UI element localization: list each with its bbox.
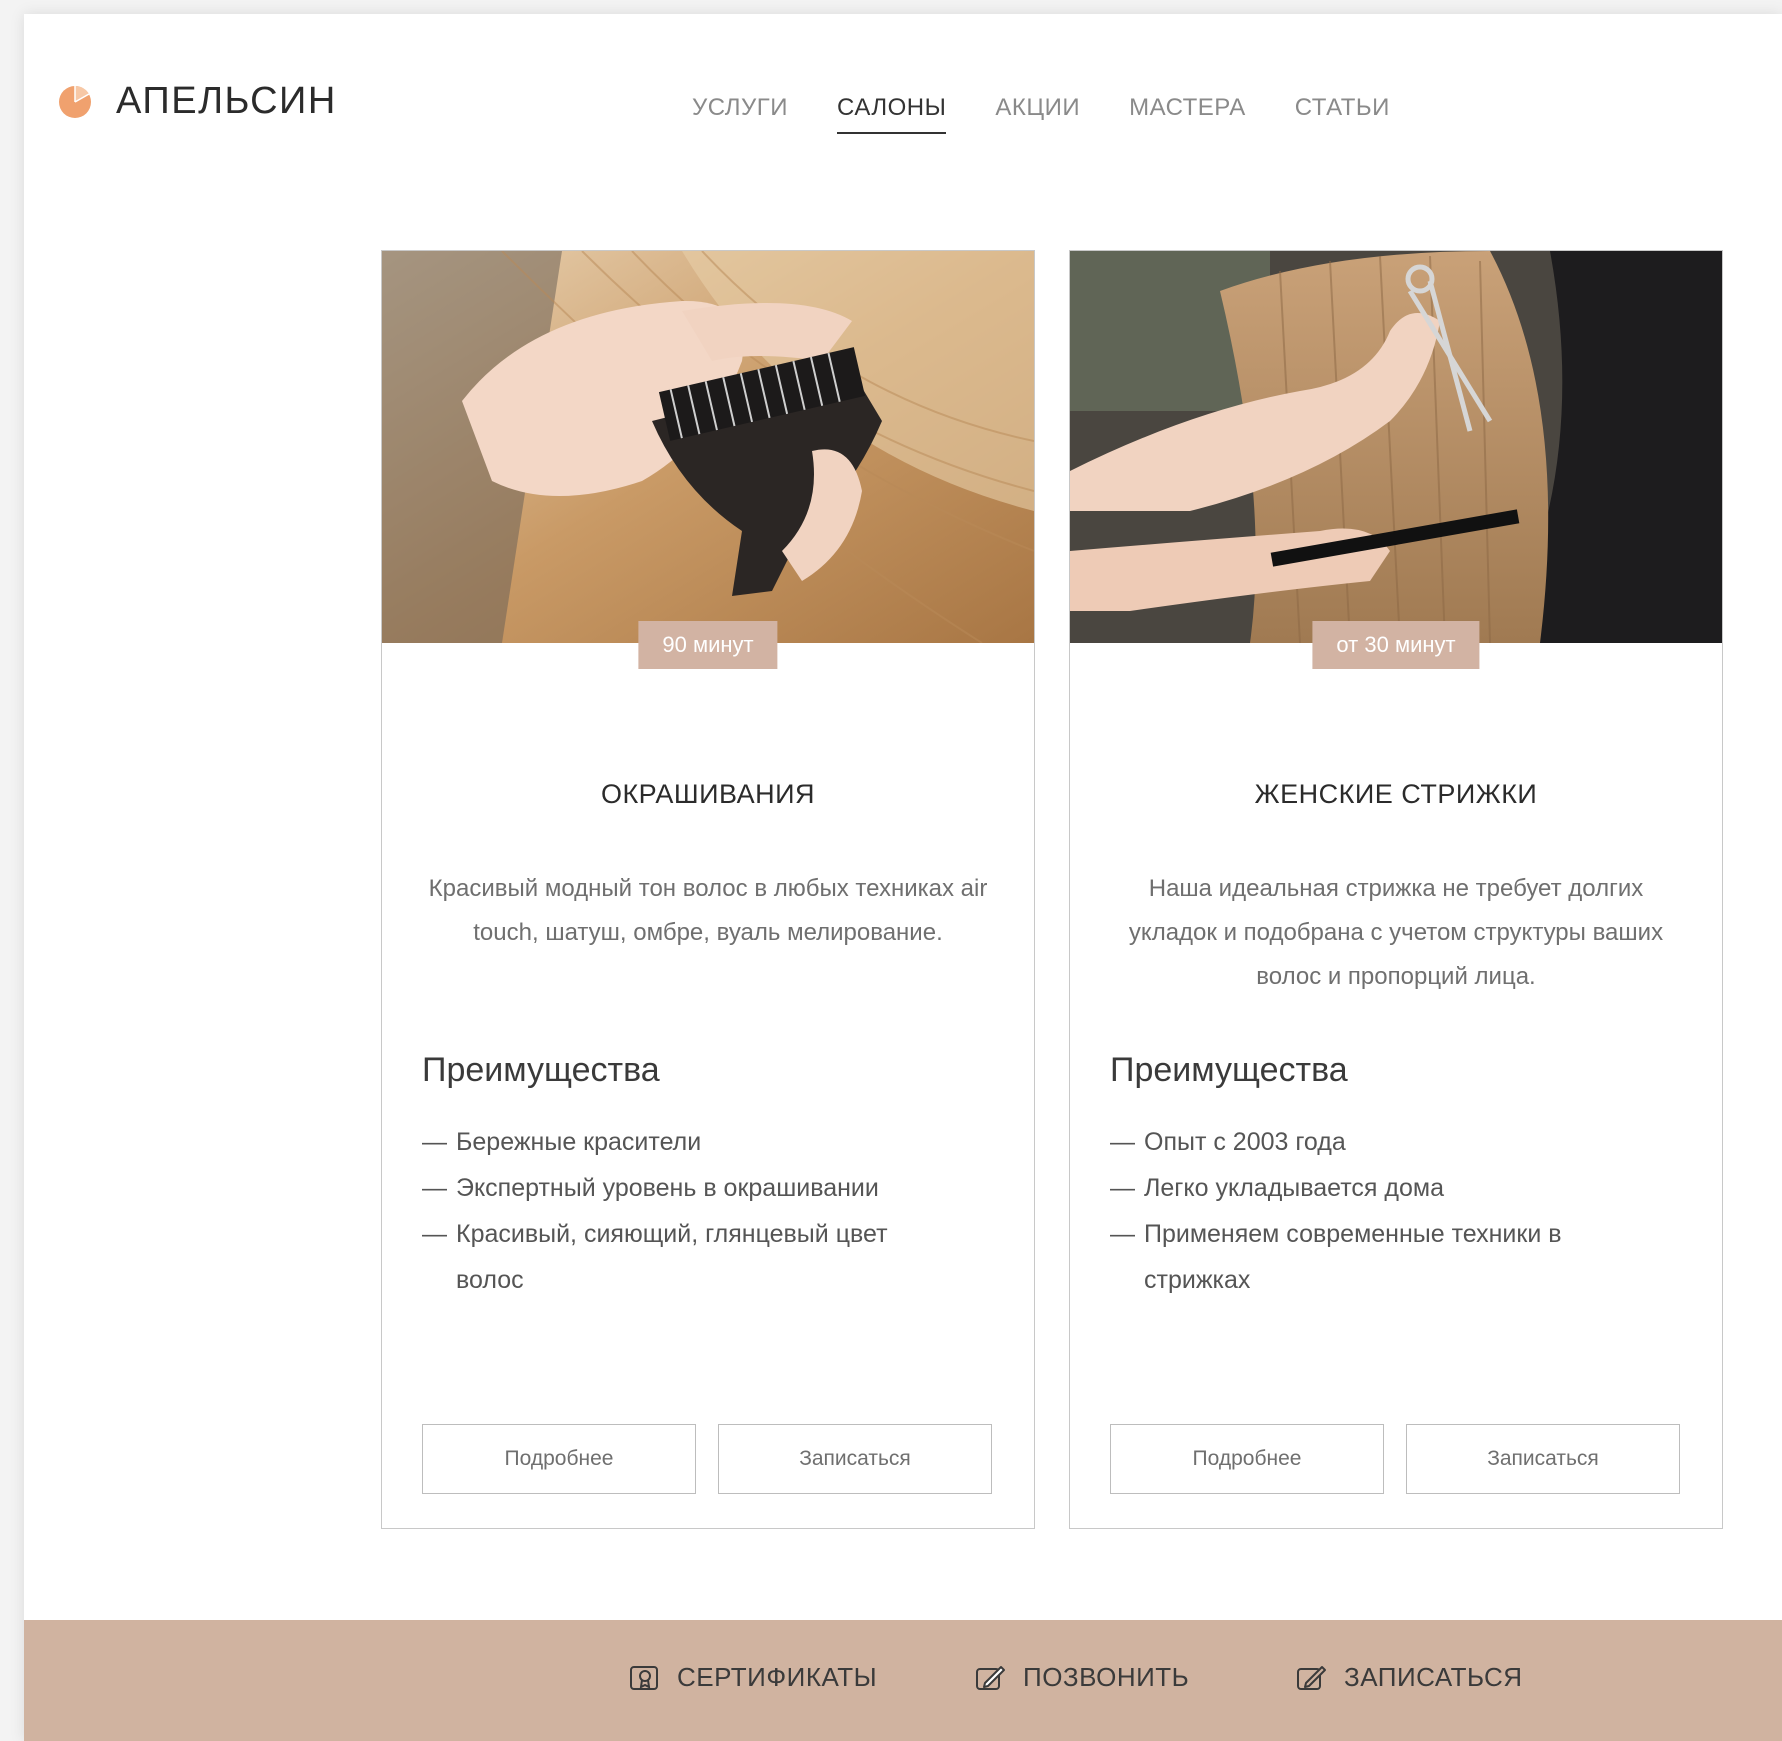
service-photo-haircuts	[1070, 251, 1722, 643]
nav-item-promotions[interactable]: АКЦИИ	[995, 94, 1080, 134]
call-label: ПОЗВОНИТЬ	[1023, 1662, 1190, 1692]
nav-item-articles[interactable]: СТАТЬИ	[1295, 94, 1390, 134]
footer-action-bar: СЕРТИФИКАТЫ ПОЗВОНИТЬ ЗАПИСАТЬСЯ	[24, 1620, 1782, 1741]
certificates-label: СЕРТИФИКАТЫ	[677, 1662, 878, 1692]
benefit-item: — Легко укладывается дома	[1110, 1174, 1444, 1202]
benefit-item: — Красивый, сияющий, глянцевый цвет волос	[422, 1220, 888, 1294]
benefits-list: — Опыт с 2003 года — Легко укладывается до…	[1110, 1119, 1630, 1303]
edit-pen-icon	[1297, 1665, 1326, 1690]
page: АПЕЛЬСИН УСЛУГИ САЛОНЫ АКЦИИ МАСТЕРА СТА…	[24, 14, 1782, 1741]
benefit-item: — Опыт с 2003 года	[1110, 1128, 1346, 1156]
certificates-link[interactable]: СЕРТИФИКАТЫ	[629, 1662, 877, 1693]
benefits-heading: Преимущества	[1110, 1051, 1348, 1089]
benefit-item: — Бережные красители	[422, 1128, 702, 1156]
duration-badge: 90 минут	[638, 621, 778, 669]
orange-slice-icon	[59, 85, 91, 118]
phone-edit-icon	[976, 1665, 1005, 1690]
brand-name: АПЕЛЬСИН	[116, 80, 337, 122]
call-link[interactable]: ПОЗВОНИТЬ	[975, 1662, 1189, 1693]
main-nav: УСЛУГИ САЛОНЫ АКЦИИ МАСТЕРА СТАТЬИ	[692, 94, 1439, 134]
card-description: Красивый модный тон волос в любых техник…	[428, 875, 988, 946]
book-link[interactable]: ЗАПИСАТЬСЯ	[1296, 1662, 1523, 1693]
benefit-item: — Применяем современные техники в стрижка…	[1110, 1220, 1562, 1294]
service-photo-coloring	[382, 251, 1034, 643]
certificate-icon	[630, 1665, 658, 1690]
book-label: ЗАПИСАТЬСЯ	[1344, 1662, 1523, 1692]
service-card-haircuts: от 30 минут ЖЕНСКИЕ СТРИЖКИ Наша идеальн…	[1069, 250, 1723, 1529]
more-button[interactable]: Подробнее	[422, 1424, 696, 1494]
duration-badge: от 30 минут	[1312, 621, 1480, 669]
book-button[interactable]: Записаться	[718, 1424, 992, 1494]
logo[interactable]: АПЕЛЬСИН	[58, 80, 337, 123]
more-button[interactable]: Подробнее	[1110, 1424, 1384, 1494]
nav-item-services[interactable]: УСЛУГИ	[692, 94, 788, 134]
benefits-heading: Преимущества	[422, 1051, 660, 1089]
nav-item-salons[interactable]: САЛОНЫ	[837, 94, 947, 134]
card-title: ОКРАШИВАНИЯ	[600, 779, 816, 809]
card-description: Наша идеальная стрижка не требует долгих…	[1128, 875, 1664, 990]
card-title: ЖЕНСКИЕ СТРИЖКИ	[1254, 779, 1538, 809]
benefit-item: — Экспертный уровень в окрашивании	[422, 1174, 879, 1202]
service-card-coloring: 90 минут ОКРАШИВАНИЯ Красивый модный тон…	[381, 250, 1035, 1529]
nav-item-masters[interactable]: МАСТЕРА	[1129, 94, 1246, 134]
benefits-list: — Бережные красители — Экспертный уровень …	[422, 1119, 942, 1303]
book-button[interactable]: Записаться	[1406, 1424, 1680, 1494]
